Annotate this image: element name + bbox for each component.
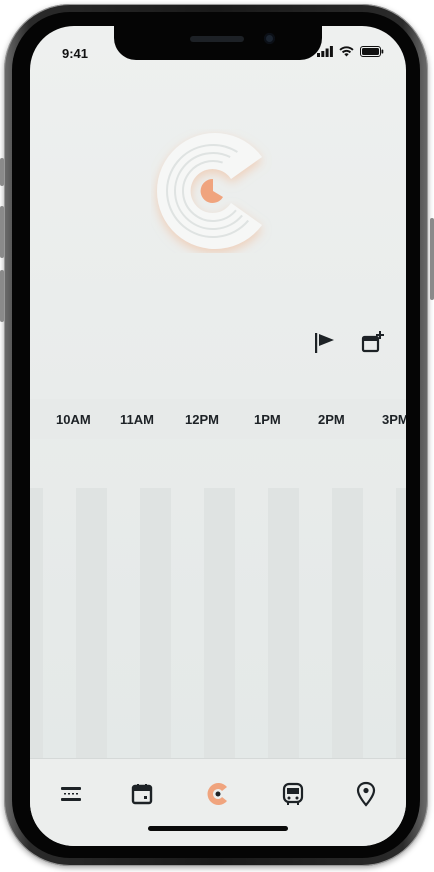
volume-up-button [0,206,4,258]
tab-list[interactable] [56,779,86,809]
transit-icon [282,782,304,805]
timeline-grid[interactable] [30,488,406,758]
hour-label: 12PM [185,412,219,427]
notch [114,26,322,60]
hour-label: 11AM [120,412,154,427]
timeline-column [268,488,299,758]
timeline-column [140,488,171,758]
volume-down-button [0,270,4,322]
signal-icon [317,46,333,57]
hour-label: 10AM [56,412,91,427]
home-indicator[interactable] [148,826,288,831]
calendar-plus-icon[interactable] [360,329,386,355]
timeline-column [332,488,363,758]
list-icon [61,787,81,801]
hour-label: 2PM [318,412,345,427]
tab-bar [30,758,406,846]
wifi-icon [339,46,354,57]
tab-home[interactable] [203,779,233,809]
flag-icon[interactable] [312,330,338,356]
timeline-column [30,488,43,758]
battery-icon [360,46,384,57]
calendar-icon [131,784,153,805]
power-button [430,218,434,300]
app-screen: 9:41 10AM 11AM 12PM 1PM 2PM 3PM [30,26,406,846]
status-icons [317,46,384,57]
tab-calendar[interactable] [127,779,157,809]
tab-transit[interactable] [278,779,308,809]
hour-label: 1PM [254,412,281,427]
timeline-column [396,488,406,758]
mute-switch [0,158,4,186]
timeline-column [204,488,235,758]
status-time: 9:41 [62,46,89,61]
timeline-column [76,488,107,758]
location-pin-icon [356,781,376,807]
logo-c-icon [207,783,227,805]
app-logo-c-icon [157,133,262,249]
front-camera [264,33,275,44]
speaker [190,36,244,42]
tab-location[interactable] [351,779,381,809]
hour-label: 3PM [382,412,406,427]
